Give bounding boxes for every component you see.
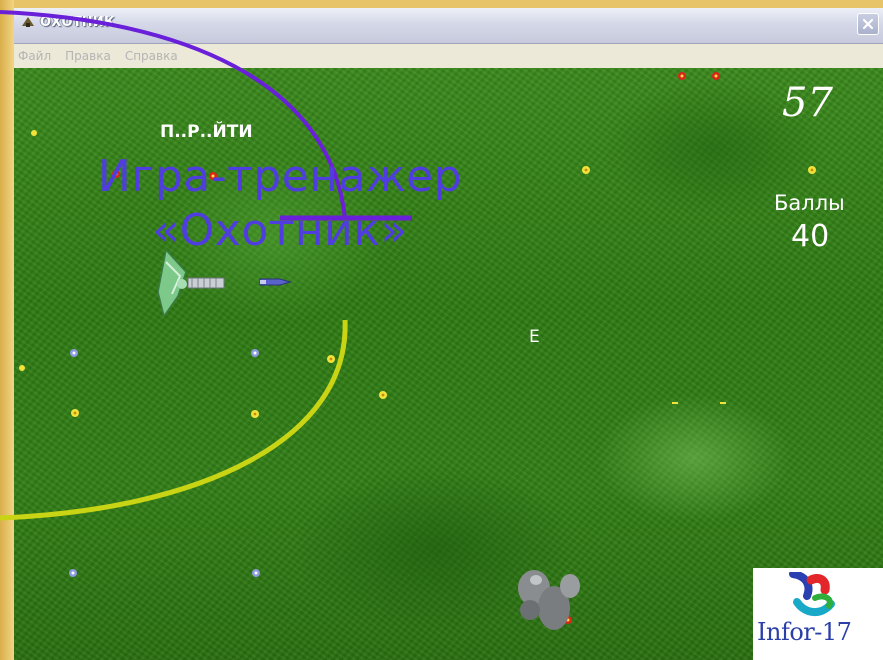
lower-arc xyxy=(0,319,348,521)
slide-decoration xyxy=(0,10,412,521)
slide-title-line1: Игра-тренажер xyxy=(97,151,463,202)
slide-title: Игра-тренажер «Охотник» xyxy=(0,150,560,258)
slide-title-line2: «Охотник» xyxy=(152,205,408,256)
